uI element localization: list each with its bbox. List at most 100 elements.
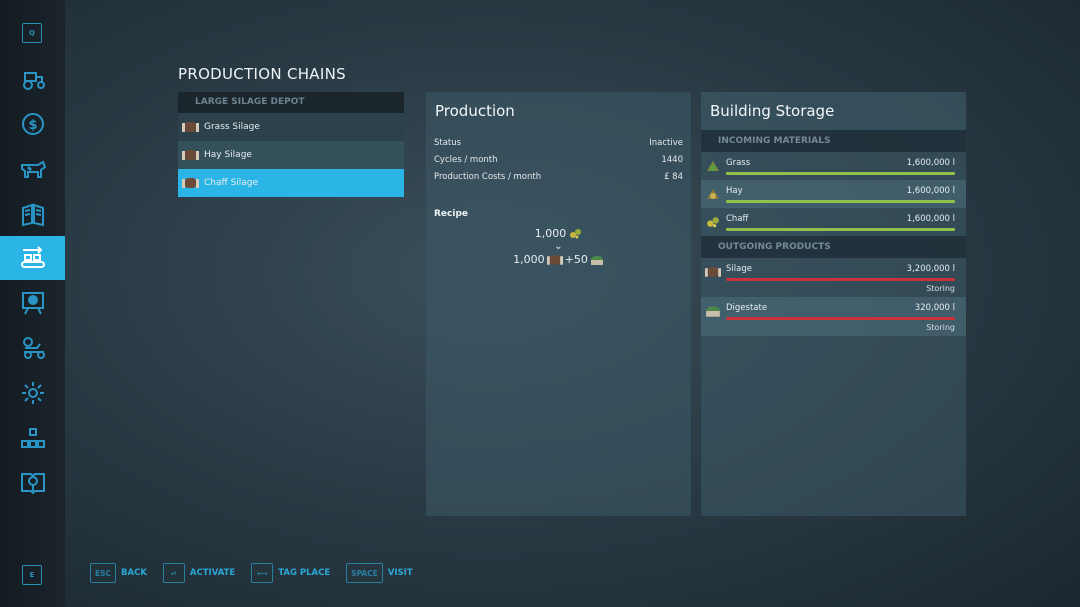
product-name: Silage	[726, 264, 752, 274]
outgoing-item-digestate: Digestate 320,000 l Storing	[701, 297, 966, 336]
chaff-icon	[570, 229, 582, 239]
material-name: Hay	[726, 186, 743, 196]
hint-label: VISIT	[387, 568, 413, 578]
sidebar-item-prices[interactable]	[0, 281, 65, 325]
activate-button[interactable]: ↵ ACTIVATE	[162, 563, 236, 583]
chain-item-chaff-silage[interactable]: Chaff Silage	[178, 169, 404, 197]
sidebar-item-garage[interactable]	[0, 326, 65, 370]
stat-value: Inactive	[649, 137, 683, 148]
material-amount: 1,600,000 l	[906, 186, 955, 196]
recipe-output: 1,000 +50	[426, 253, 691, 266]
production-chain-list: LARGE SILAGE DEPOT Grass Silage Hay Sila…	[178, 92, 404, 197]
hint-label: BACK	[121, 568, 147, 578]
production-title: Production	[435, 102, 515, 120]
hay-icon	[707, 189, 719, 199]
silage-icon	[546, 254, 563, 265]
help-book-icon	[20, 473, 45, 495]
material-amount: 1,600,000 l	[906, 214, 955, 224]
material-name: Grass	[726, 158, 751, 168]
esc-key: ESC	[90, 563, 117, 583]
gear-tractor-icon	[22, 337, 45, 359]
fill-bar	[726, 200, 955, 203]
building-storage-panel: Building Storage INCOMING MATERIALS Gras…	[701, 92, 966, 516]
back-button[interactable]: ESC BACK	[90, 563, 147, 583]
conveyor-icon	[20, 246, 45, 268]
silage-icon	[705, 267, 721, 277]
svg-text:$: $	[28, 118, 37, 133]
chaff-icon	[707, 217, 719, 228]
hint-label: TAG PLACE	[278, 568, 331, 578]
fill-bar	[726, 278, 955, 281]
cow-icon	[20, 160, 46, 178]
outgoing-header: OUTGOING PRODUCTS	[701, 236, 966, 258]
sidebar-item-production[interactable]	[0, 236, 65, 280]
chevron-down-icon: ⌄	[554, 241, 563, 252]
stat-status: Status Inactive	[426, 134, 691, 151]
stat-label: Production Costs / month	[434, 171, 542, 182]
documents-icon	[21, 203, 44, 227]
digestate-icon	[590, 255, 603, 265]
hierarchy-icon	[20, 428, 45, 448]
production-panel: Production Status Inactive Cycles / mont…	[426, 92, 691, 516]
chain-item-label: Hay Silage	[204, 150, 252, 160]
visit-button[interactable]: SPACE VISIT	[346, 563, 413, 583]
stat-costs: Production Costs / month £ 84	[426, 168, 691, 185]
storage-title: Building Storage	[701, 92, 966, 130]
tag-place-button[interactable]: ⟷ TAG PLACE	[251, 563, 330, 583]
sidebar-item-vehicles[interactable]	[0, 57, 65, 101]
prev-page-key[interactable]: Q	[22, 23, 42, 43]
tractor-icon	[22, 72, 45, 90]
fill-bar	[726, 317, 955, 320]
recipe-label: Recipe	[434, 209, 469, 219]
silage-icon	[182, 178, 199, 188]
stat-label: Status	[434, 137, 462, 148]
space-key: SPACE	[346, 563, 383, 583]
incoming-header: INCOMING MATERIALS	[701, 130, 966, 152]
page-title: PRODUCTION CHAINS	[178, 65, 346, 83]
presentation-icon	[21, 292, 44, 315]
stat-value: 1440	[661, 154, 683, 165]
recipe-input: 1,000	[426, 227, 691, 240]
chain-item-grass-silage[interactable]: Grass Silage	[178, 113, 404, 141]
product-amount: 3,200,000 l	[906, 264, 955, 274]
product-name: Digestate	[726, 303, 768, 313]
grass-icon	[707, 161, 719, 171]
stat-cycles: Cycles / month 1440	[426, 151, 691, 168]
recipe-output-amount: 1,000	[513, 253, 545, 266]
dollar-icon: $	[21, 113, 44, 135]
input-hints: ESC BACK ↵ ACTIVATE ⟷ TAG PLACE SPACE VI…	[90, 563, 429, 583]
hint-label: ACTIVATE	[189, 568, 236, 578]
gear-icon	[21, 382, 44, 404]
recipe-input-amount: 1,000	[534, 227, 567, 240]
outgoing-item-silage: Silage 3,200,000 l Storing	[701, 258, 966, 297]
material-name: Chaff	[726, 214, 749, 224]
tab-key-icon: ⟷	[251, 563, 274, 583]
sidebar-item-contracts[interactable]	[0, 192, 65, 236]
fill-bar	[726, 228, 955, 231]
sidebar: Q $ E	[0, 0, 65, 607]
incoming-item-chaff: Chaff 1,600,000 l	[701, 208, 966, 236]
enter-key-icon: ↵	[162, 563, 185, 583]
fill-bar	[726, 172, 955, 175]
stat-value: £ 84	[664, 171, 683, 182]
recipe-output-amount: +50	[564, 253, 588, 266]
chain-list-header: LARGE SILAGE DEPOT	[178, 92, 404, 113]
sidebar-item-animals[interactable]	[0, 147, 65, 191]
sidebar-item-settings[interactable]	[0, 371, 65, 415]
material-amount: 1,600,000 l	[906, 158, 955, 168]
sidebar-item-help[interactable]	[0, 461, 65, 505]
silage-icon	[182, 122, 199, 132]
chain-item-hay-silage[interactable]: Hay Silage	[178, 141, 404, 169]
next-page-key[interactable]: E	[22, 565, 42, 585]
stat-label: Cycles / month	[434, 154, 498, 165]
incoming-item-hay: Hay 1,600,000 l	[701, 180, 966, 208]
chain-item-label: Grass Silage	[204, 122, 260, 132]
product-status: Storing	[926, 323, 955, 332]
silage-icon	[182, 150, 199, 160]
sidebar-item-hierarchy[interactable]	[0, 416, 65, 460]
sidebar-item-finances[interactable]: $	[0, 102, 65, 146]
chain-item-label: Chaff Silage	[204, 178, 259, 188]
digestate-icon	[706, 306, 720, 317]
incoming-item-grass: Grass 1,600,000 l	[701, 152, 966, 180]
product-status: Storing	[926, 284, 955, 293]
